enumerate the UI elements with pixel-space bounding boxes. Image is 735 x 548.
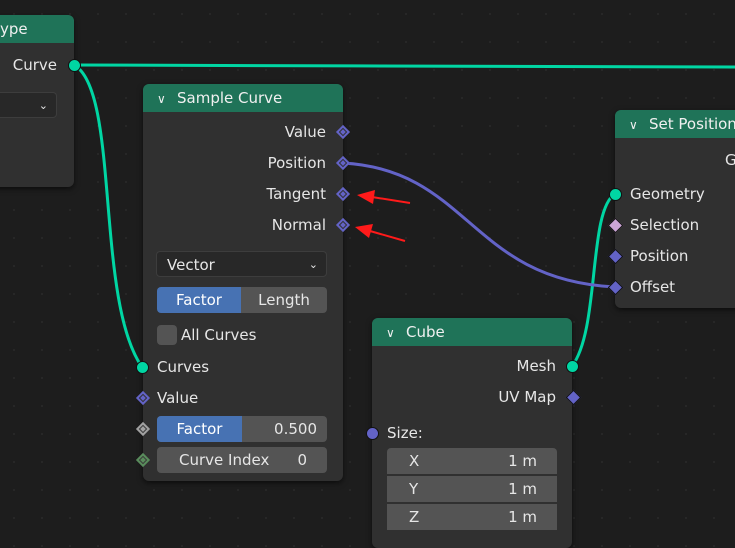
set-position-node[interactable]: ∨ Set Position G Geometry Selection Posit… bbox=[615, 110, 735, 308]
output-geometry-label: G bbox=[725, 151, 735, 169]
size-y-value: 1 m bbox=[508, 480, 537, 498]
size-x-axis: X bbox=[409, 452, 420, 470]
size-x-field[interactable]: X 1 m bbox=[387, 448, 557, 474]
input-selection-label: Selection bbox=[630, 216, 700, 234]
node-header[interactable]: ∨ Set Position bbox=[615, 110, 735, 138]
input-value-label: Value bbox=[157, 389, 199, 407]
link-curve-to-right bbox=[73, 63, 735, 69]
curve-index-label: Curve Index bbox=[179, 451, 270, 469]
curve-type-node[interactable]: ype Curve ⌄ bbox=[0, 15, 74, 187]
mode-factor-button[interactable]: Factor bbox=[157, 287, 241, 313]
curve-index-field[interactable]: Curve Index 0 bbox=[157, 447, 327, 473]
link-curve-to-curves bbox=[73, 63, 144, 368]
chevron-down-icon[interactable]: ∨ bbox=[386, 319, 398, 347]
output-mesh-socket[interactable] bbox=[566, 360, 579, 373]
chevron-down-icon: ⌄ bbox=[38, 99, 48, 112]
output-normal-label: Normal bbox=[271, 216, 326, 234]
output-mesh-label: Mesh bbox=[516, 357, 557, 375]
node-title: Set Position bbox=[649, 115, 735, 133]
node-header[interactable]: ∨ Cube bbox=[372, 318, 572, 346]
input-curves-socket[interactable] bbox=[136, 361, 149, 374]
factor-field[interactable]: Factor 0.500 bbox=[157, 416, 327, 442]
node-title: ype bbox=[0, 20, 28, 38]
arrow-icon bbox=[355, 224, 406, 242]
all-curves-checkbox[interactable] bbox=[157, 325, 177, 345]
output-curve-socket[interactable] bbox=[68, 59, 81, 72]
factor-label: Factor bbox=[176, 420, 223, 438]
cube-node[interactable]: ∨ Cube Mesh UV Map Size: X 1 m Y 1 m Z 1 … bbox=[372, 318, 572, 548]
input-size-socket[interactable] bbox=[366, 427, 379, 440]
output-position-label: Position bbox=[267, 154, 326, 172]
mode-length-button[interactable]: Length bbox=[241, 287, 327, 313]
input-curves-label: Curves bbox=[157, 358, 210, 376]
curve-index-value: 0 bbox=[297, 451, 307, 469]
chevron-down-icon[interactable]: ∨ bbox=[629, 111, 641, 139]
factor-value: 0.500 bbox=[274, 420, 317, 438]
link-position-to-offset bbox=[342, 161, 616, 289]
input-geometry-socket[interactable] bbox=[609, 188, 622, 201]
output-uvmap-label: UV Map bbox=[498, 388, 556, 406]
output-tangent-label: Tangent bbox=[266, 185, 326, 203]
node-header[interactable]: ∨ Sample Curve bbox=[143, 84, 343, 112]
data-type-value: Vector bbox=[167, 256, 215, 274]
output-curve-label: Curve bbox=[12, 56, 57, 74]
size-y-axis: Y bbox=[409, 480, 419, 498]
input-position-label: Position bbox=[630, 247, 689, 265]
link-mesh-to-geometry bbox=[570, 192, 616, 367]
all-curves-label: All Curves bbox=[181, 326, 257, 344]
input-geometry-label: Geometry bbox=[630, 185, 705, 203]
chevron-down-icon[interactable]: ∨ bbox=[157, 85, 169, 113]
size-x-value: 1 m bbox=[508, 452, 537, 470]
size-z-field[interactable]: Z 1 m bbox=[387, 504, 557, 530]
chevron-down-icon: ⌄ bbox=[308, 258, 318, 271]
sample-curve-node[interactable]: ∨ Sample Curve Value Position Tangent Nor… bbox=[143, 84, 343, 481]
input-offset-label: Offset bbox=[630, 278, 676, 296]
size-y-field[interactable]: Y 1 m bbox=[387, 476, 557, 502]
node-title: Cube bbox=[406, 323, 445, 341]
type-dropdown[interactable]: ⌄ bbox=[0, 92, 57, 118]
size-label: Size: bbox=[387, 424, 423, 442]
data-type-dropdown[interactable]: Vector ⌄ bbox=[156, 251, 327, 277]
size-z-axis: Z bbox=[409, 508, 420, 526]
node-header[interactable]: ype bbox=[0, 15, 74, 43]
arrow-icon bbox=[357, 190, 411, 204]
size-z-value: 1 m bbox=[508, 508, 537, 526]
node-title: Sample Curve bbox=[177, 89, 283, 107]
output-value-label: Value bbox=[284, 123, 326, 141]
